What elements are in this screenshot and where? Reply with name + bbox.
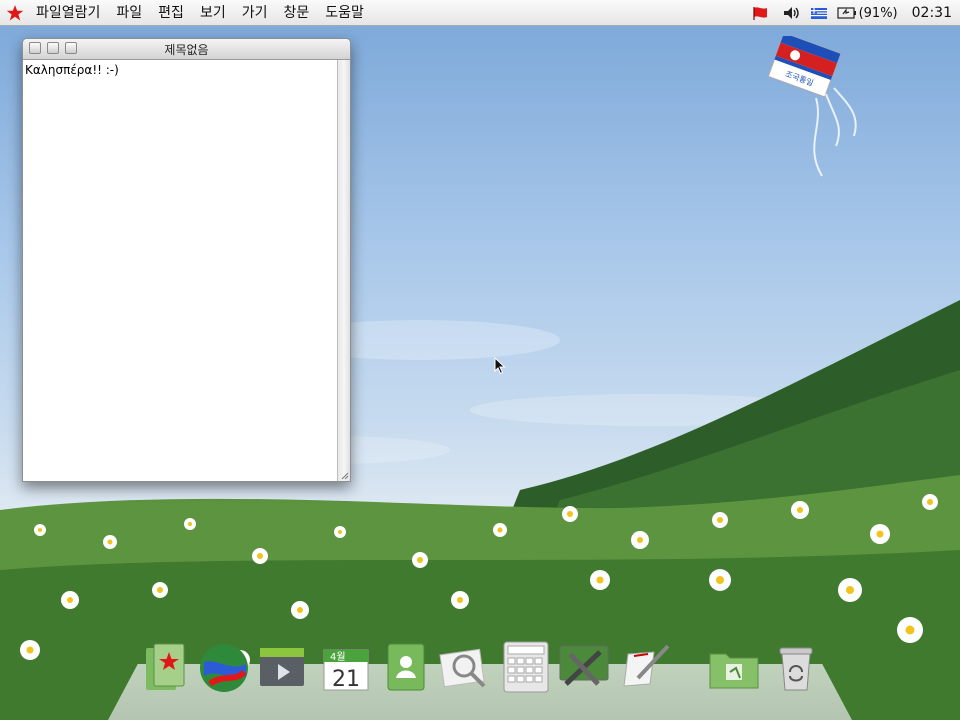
image-viewer-icon[interactable] [436, 638, 492, 696]
trash-icon[interactable] [768, 638, 824, 696]
calendar-month: 4월 [330, 651, 346, 663]
calendar-day: 21 [332, 667, 360, 692]
text-area[interactable]: Καλησπέρα!! :-) [23, 60, 337, 481]
folder-icon[interactable] [706, 638, 762, 696]
battery-percentage: (91%) [858, 5, 898, 21]
resize-grip-icon[interactable] [340, 471, 349, 480]
menu-edit[interactable]: 편집 [150, 0, 192, 26]
menubar: 파일열람기 파일 편집 보기 가기 창문 도움말 (91%) 02:31 [0, 0, 960, 26]
menu-view[interactable]: 보기 [192, 0, 234, 26]
calendar-icon[interactable]: 4월 21 [318, 638, 374, 696]
vertical-scrollbar[interactable] [337, 60, 350, 481]
system-settings-icon[interactable] [556, 638, 612, 696]
text-editor-icon[interactable] [618, 638, 674, 696]
menu-go[interactable]: 가기 [234, 0, 276, 26]
kite-decoration: 조국통일 [767, 36, 857, 177]
battery-icon[interactable]: (91%) [836, 5, 898, 21]
video-player-icon[interactable] [254, 638, 310, 696]
file-viewer-icon[interactable] [140, 638, 196, 696]
web-browser-icon[interactable] [196, 638, 252, 696]
menu-file[interactable]: 파일 [108, 0, 150, 26]
window-titlebar[interactable]: 제목없음 [23, 39, 350, 60]
window-title: 제목없음 [164, 43, 209, 57]
menu-file-viewer[interactable]: 파일열람기 [28, 0, 108, 26]
volume-icon[interactable] [783, 6, 801, 20]
red-star-menu-icon[interactable] [2, 0, 28, 26]
calculator-icon[interactable] [498, 638, 554, 696]
menu-help[interactable]: 도움말 [317, 0, 372, 26]
keyboard-layout-greek-flag-icon[interactable] [810, 7, 827, 19]
address-book-icon[interactable] [378, 638, 434, 696]
text-editor-window: 제목없음 Καλησπέρα!! :-) [22, 38, 351, 482]
flag-icon[interactable] [752, 6, 773, 20]
menu-window[interactable]: 창문 [275, 0, 317, 26]
mouse-cursor-icon [494, 357, 506, 375]
clock[interactable]: 02:31 [912, 5, 952, 21]
